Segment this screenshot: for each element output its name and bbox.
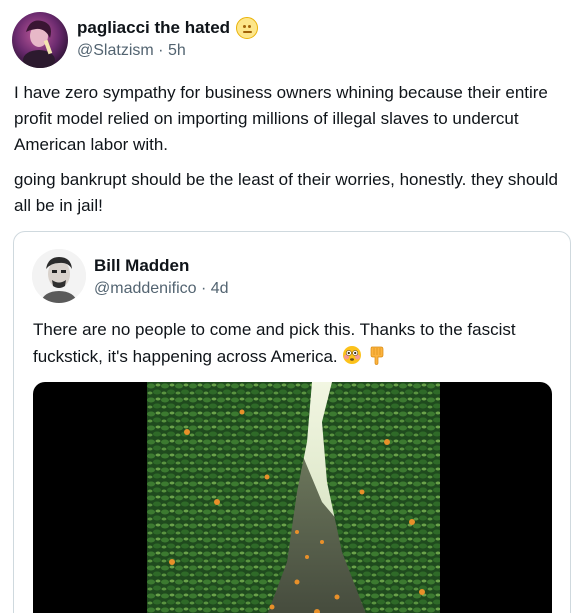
orchard-video-frame	[147, 382, 440, 613]
post-paragraph-1: I have zero sympathy for business owners…	[14, 83, 548, 154]
author-handle[interactable]: @Slatzism	[77, 42, 154, 59]
quote-time[interactable]: 4d	[211, 280, 229, 297]
handle-row: @Slatzism · 5h	[77, 42, 258, 60]
flushed-face-emoji-icon	[342, 345, 362, 365]
neutral-face-emoji-icon	[236, 17, 259, 39]
quote-card[interactable]: Bill Madden @maddenifico · 4d There are …	[13, 231, 571, 613]
pointing-down-emoji-icon	[367, 345, 387, 365]
quote-author-meta: Bill Madden @maddenifico · 4d	[94, 254, 229, 298]
quote-meta-separator: ·	[200, 280, 207, 297]
post-time[interactable]: 5h	[168, 42, 186, 59]
name-row: pagliacci the hated	[77, 16, 259, 40]
post-paragraph-2: going bankrupt should be the least of th…	[14, 170, 559, 215]
author-meta: pagliacci the hated @Slatzism · 5h	[77, 16, 259, 60]
meta-separator: ·	[158, 42, 164, 59]
quote-author-handle[interactable]: @maddenifico	[94, 280, 197, 297]
post-header: pagliacci the hated @Slatzism · 5h	[12, 12, 259, 68]
quote-header: Bill Madden @maddenifico · 4d	[32, 249, 229, 303]
author-display-name[interactable]: pagliacci the hated	[77, 18, 230, 38]
quote-text-block: There are no people to come and pick thi…	[33, 316, 553, 370]
author-avatar[interactable]	[12, 12, 68, 68]
quote-media-video[interactable]	[33, 382, 552, 613]
quote-author-avatar[interactable]	[32, 249, 86, 303]
quote-author-display-name[interactable]: Bill Madden	[94, 254, 229, 278]
quote-handle-row: @maddenifico · 4d	[94, 280, 229, 298]
quote-text: There are no people to come and pick thi…	[33, 320, 516, 366]
